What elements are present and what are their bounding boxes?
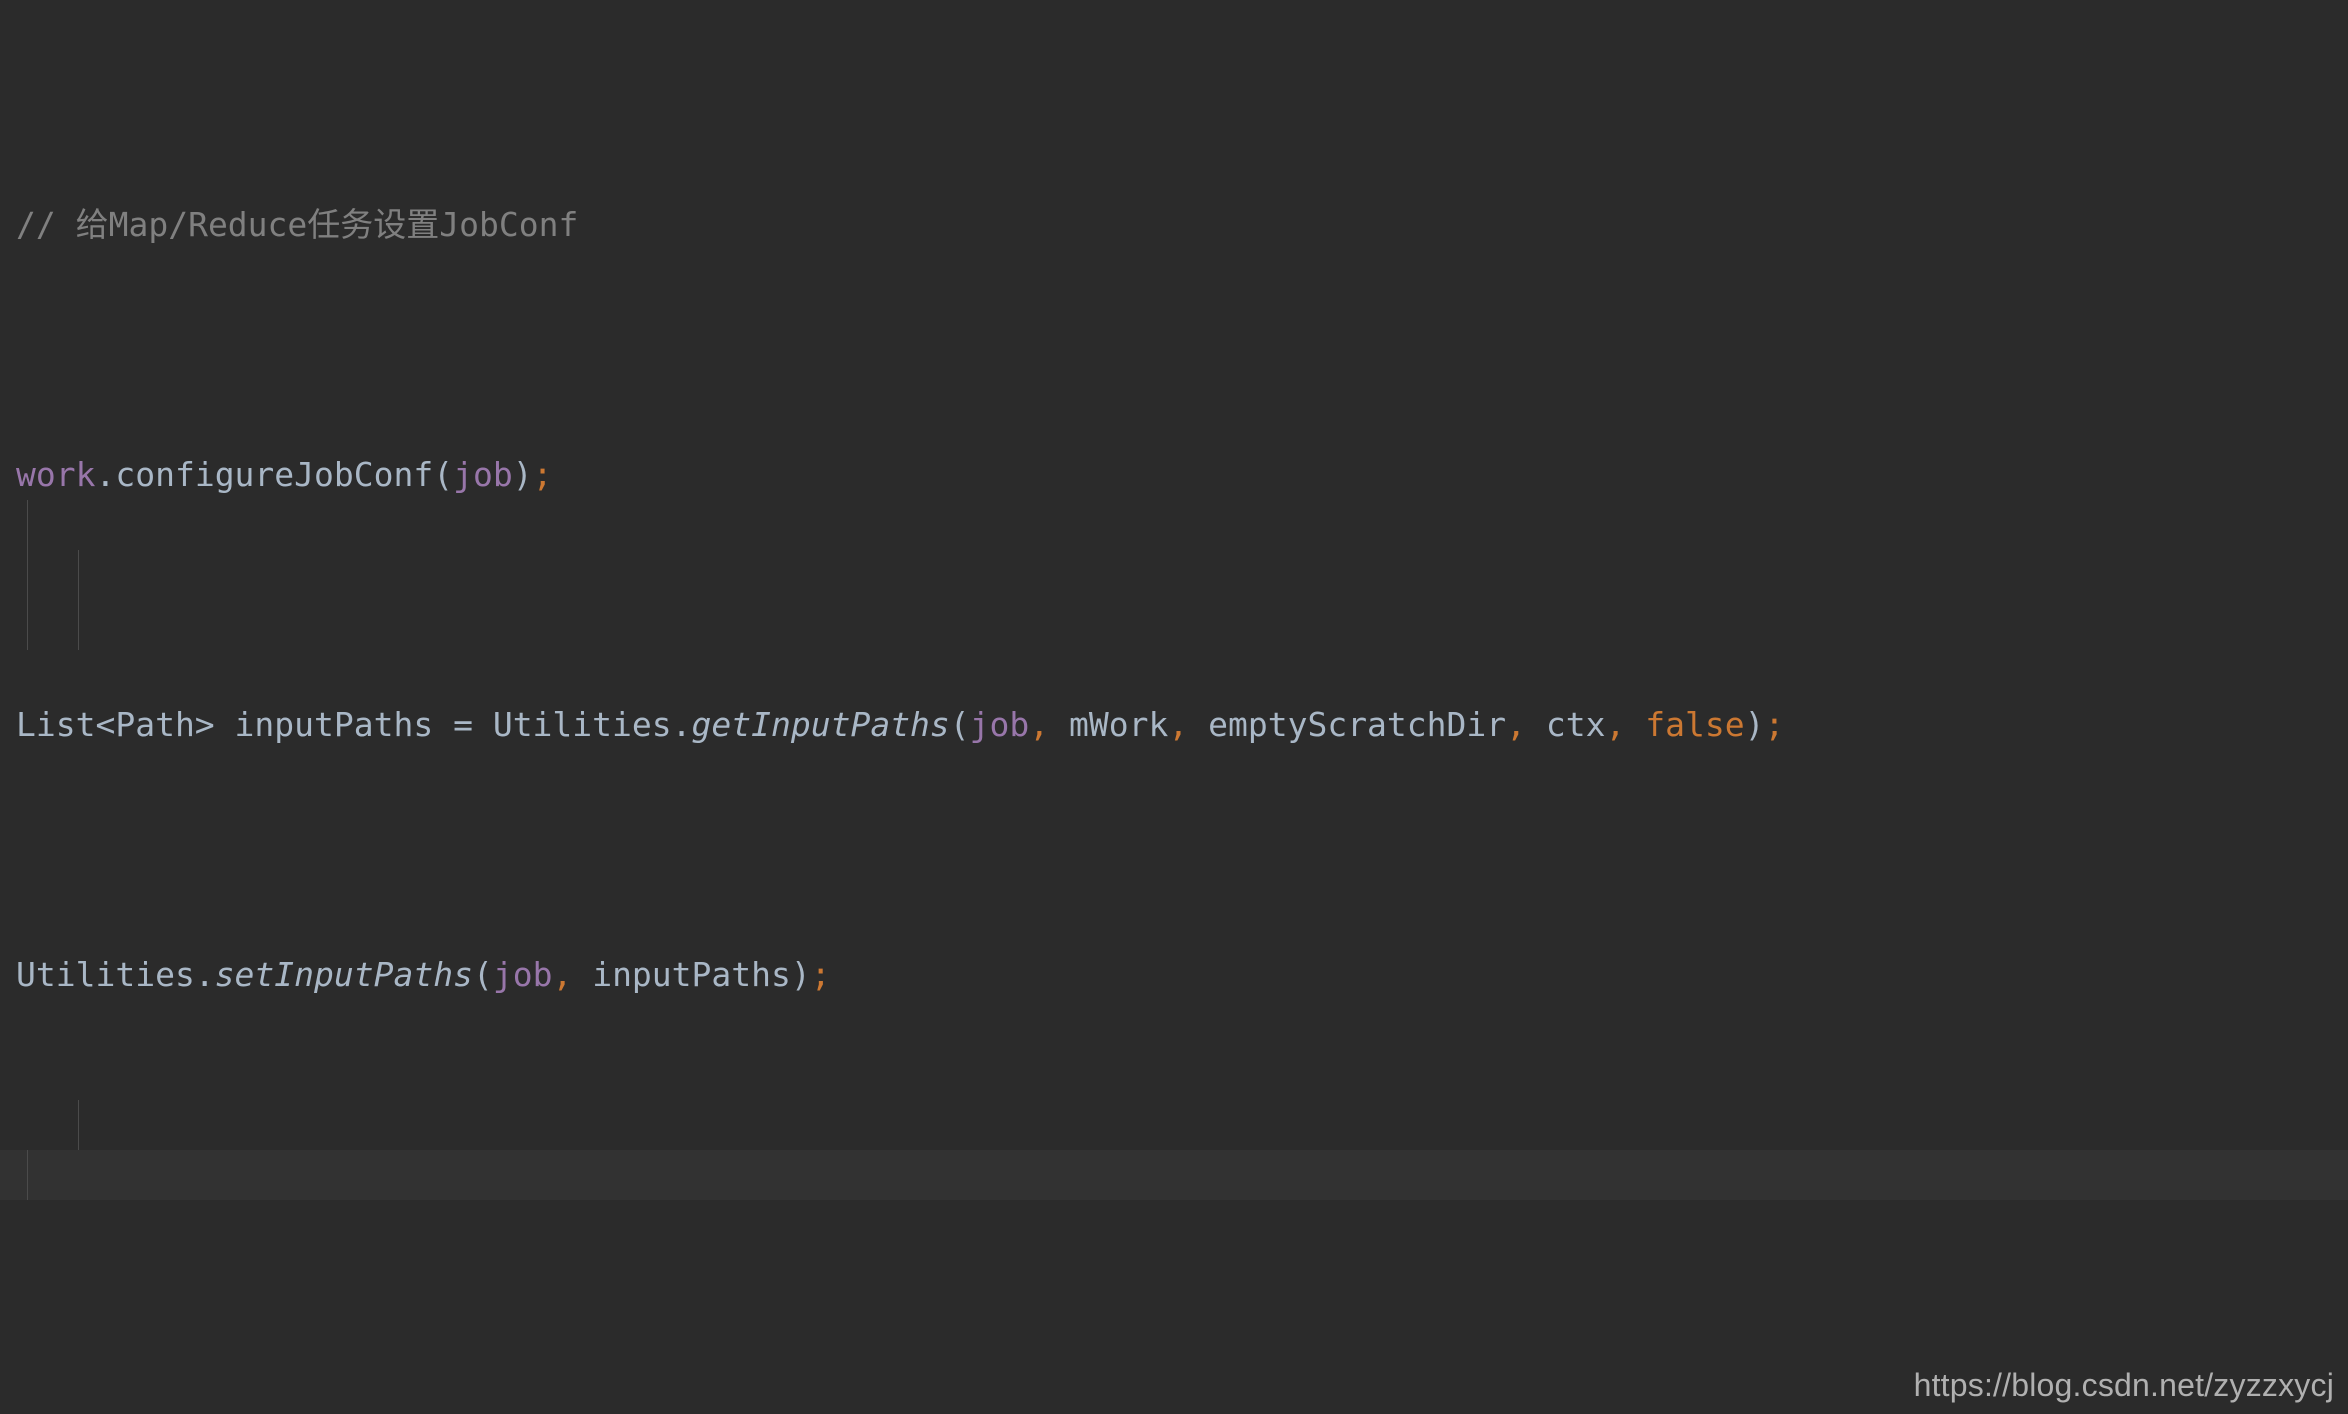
punct-token: , — [1506, 705, 1527, 744]
punct-token: , — [1029, 705, 1050, 744]
code-token: ) — [512, 455, 533, 494]
code-line[interactable]: // 给Map/Reduce任务设置JobConf — [0, 200, 2348, 250]
code-token: List<Path> inputPaths = Utilities. — [16, 705, 692, 744]
code-token: ( — [472, 955, 493, 994]
punct-token: , — [1168, 705, 1189, 744]
watermark-url: https://blog.csdn.net/zyzzxycj — [1913, 1367, 2334, 1403]
code-line[interactable]: work.configureJobConf(job); — [0, 450, 2348, 500]
keyword-token: false — [1645, 705, 1745, 744]
punct-token: ; — [532, 455, 553, 494]
method-token: getInputPaths — [691, 705, 950, 744]
code-line-blank[interactable] — [0, 1200, 2348, 1250]
punct-token: ; — [810, 955, 831, 994]
field-token: job — [492, 955, 553, 994]
code-token: emptyScratchDir — [1188, 705, 1507, 744]
code-token: Utilities. — [16, 955, 215, 994]
code-token: inputPaths — [572, 955, 791, 994]
field-token: work — [16, 455, 96, 494]
code-token: ( — [949, 705, 970, 744]
code-token: mWork — [1049, 705, 1169, 744]
code-line[interactable]: List<Path> inputPaths = Utilities.getInp… — [0, 700, 2348, 750]
method-token: setInputPaths — [214, 955, 473, 994]
code-token: ctx — [1526, 705, 1606, 744]
field-token: job — [969, 705, 1030, 744]
punct-token: , — [552, 955, 573, 994]
comment-token: // 给Map/Reduce任务设置JobConf — [16, 205, 579, 244]
punct-token: ; — [1764, 705, 1785, 744]
code-token: ) — [790, 955, 811, 994]
code-token: ) — [1744, 705, 1765, 744]
code-content[interactable]: // 给Map/Reduce任务设置JobConf work.configure… — [0, 0, 2348, 1414]
code-editor[interactable]: // 给Map/Reduce任务设置JobConf work.configure… — [0, 0, 2348, 1414]
code-line[interactable]: Utilities.setInputPaths(job, inputPaths)… — [0, 950, 2348, 1000]
field-token: job — [453, 455, 513, 494]
code-token: .configureJobConf( — [95, 455, 454, 494]
punct-token: , — [1605, 705, 1626, 744]
